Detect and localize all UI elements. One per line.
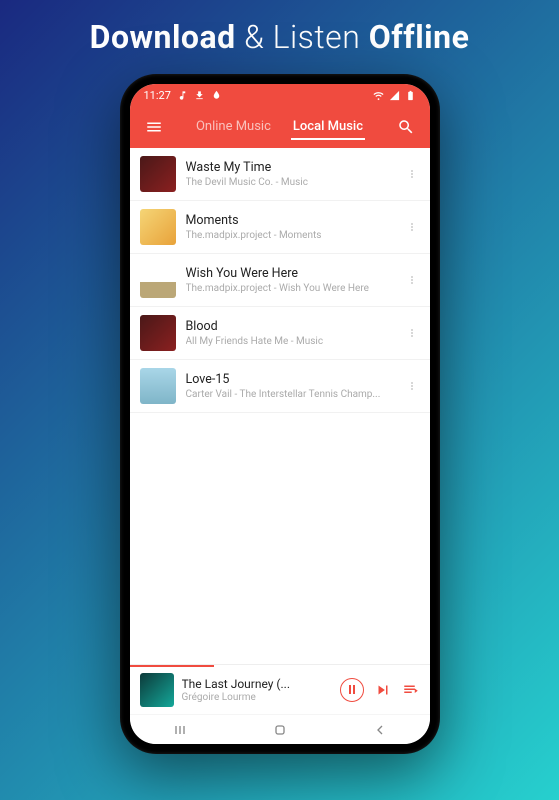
album-art bbox=[140, 315, 176, 351]
album-art bbox=[140, 368, 176, 404]
track-title: Wish You Were Here bbox=[186, 266, 394, 281]
menu-button[interactable] bbox=[138, 118, 170, 136]
track-title: Love-15 bbox=[186, 372, 394, 387]
hero-word-1: Download bbox=[90, 18, 236, 56]
system-nav-bar bbox=[130, 714, 430, 744]
list-item[interactable]: Love-15 Carter Vail - The Interstellar T… bbox=[130, 360, 430, 413]
app-bar: Online Music Local Music bbox=[130, 106, 430, 148]
battery-icon bbox=[405, 90, 416, 101]
list-item[interactable]: Waste My Time The Devil Music Co. - Musi… bbox=[130, 148, 430, 201]
next-icon bbox=[374, 681, 392, 699]
tab-local-music[interactable]: Local Music bbox=[291, 115, 365, 140]
recents-button[interactable] bbox=[172, 722, 188, 738]
track-title: Moments bbox=[186, 213, 394, 228]
tab-bar: Online Music Local Music bbox=[170, 115, 390, 140]
home-icon bbox=[272, 722, 288, 738]
search-button[interactable] bbox=[390, 118, 422, 136]
more-button[interactable] bbox=[404, 223, 420, 231]
wifi-icon bbox=[373, 90, 384, 101]
track-title: Waste My Time bbox=[186, 160, 394, 175]
phone-mockup-container: 11:27 bbox=[0, 66, 559, 800]
now-playing-title: The Last Journey (... bbox=[182, 677, 332, 691]
playlist-icon bbox=[402, 681, 420, 699]
album-art bbox=[140, 209, 176, 245]
list-item[interactable]: Blood All My Friends Hate Me - Music bbox=[130, 307, 430, 360]
more-button[interactable] bbox=[404, 329, 420, 337]
more-button[interactable] bbox=[404, 276, 420, 284]
status-bar: 11:27 bbox=[130, 84, 430, 106]
promo-headline: Download & Listen Offline bbox=[0, 0, 559, 66]
pause-icon bbox=[349, 685, 351, 694]
phone-frame: 11:27 bbox=[120, 74, 440, 754]
track-title: Blood bbox=[186, 319, 394, 334]
hero-word-3: Offline bbox=[369, 18, 470, 56]
list-item[interactable]: Wish You Were Here The.madpix.project - … bbox=[130, 254, 430, 307]
queue-button[interactable] bbox=[402, 681, 420, 699]
progress-bar[interactable] bbox=[130, 665, 214, 667]
track-list[interactable]: Waste My Time The Devil Music Co. - Musi… bbox=[130, 148, 430, 664]
status-time: 11:27 bbox=[144, 89, 171, 102]
track-subtitle: All My Friends Hate Me - Music bbox=[186, 336, 394, 347]
recents-icon bbox=[172, 722, 188, 738]
track-subtitle: The.madpix.project - Moments bbox=[186, 230, 394, 241]
signal-icon bbox=[389, 90, 400, 101]
tab-online-music[interactable]: Online Music bbox=[194, 115, 273, 140]
download-icon bbox=[194, 90, 205, 101]
album-art bbox=[140, 156, 176, 192]
home-button[interactable] bbox=[272, 722, 288, 738]
now-playing-artist: Grégoire Lourme bbox=[182, 692, 332, 703]
track-subtitle: The.madpix.project - Wish You Were Here bbox=[186, 283, 394, 294]
now-playing-bar[interactable]: The Last Journey (... Grégoire Lourme bbox=[130, 664, 430, 714]
next-button[interactable] bbox=[374, 681, 392, 699]
back-button[interactable] bbox=[372, 722, 388, 738]
drop-icon bbox=[211, 90, 222, 101]
album-art bbox=[140, 262, 176, 298]
search-icon bbox=[397, 118, 415, 136]
music-note-icon bbox=[177, 90, 188, 101]
track-subtitle: The Devil Music Co. - Music bbox=[186, 177, 394, 188]
more-button[interactable] bbox=[404, 382, 420, 390]
pause-button[interactable] bbox=[340, 678, 364, 702]
hamburger-icon bbox=[145, 118, 163, 136]
back-icon bbox=[372, 722, 388, 738]
track-subtitle: Carter Vail - The Interstellar Tennis Ch… bbox=[186, 389, 394, 400]
more-button[interactable] bbox=[404, 170, 420, 178]
hero-word-2: & Listen bbox=[244, 18, 360, 56]
now-playing-art bbox=[140, 673, 174, 707]
list-item[interactable]: Moments The.madpix.project - Moments bbox=[130, 201, 430, 254]
phone-screen: 11:27 bbox=[130, 84, 430, 744]
